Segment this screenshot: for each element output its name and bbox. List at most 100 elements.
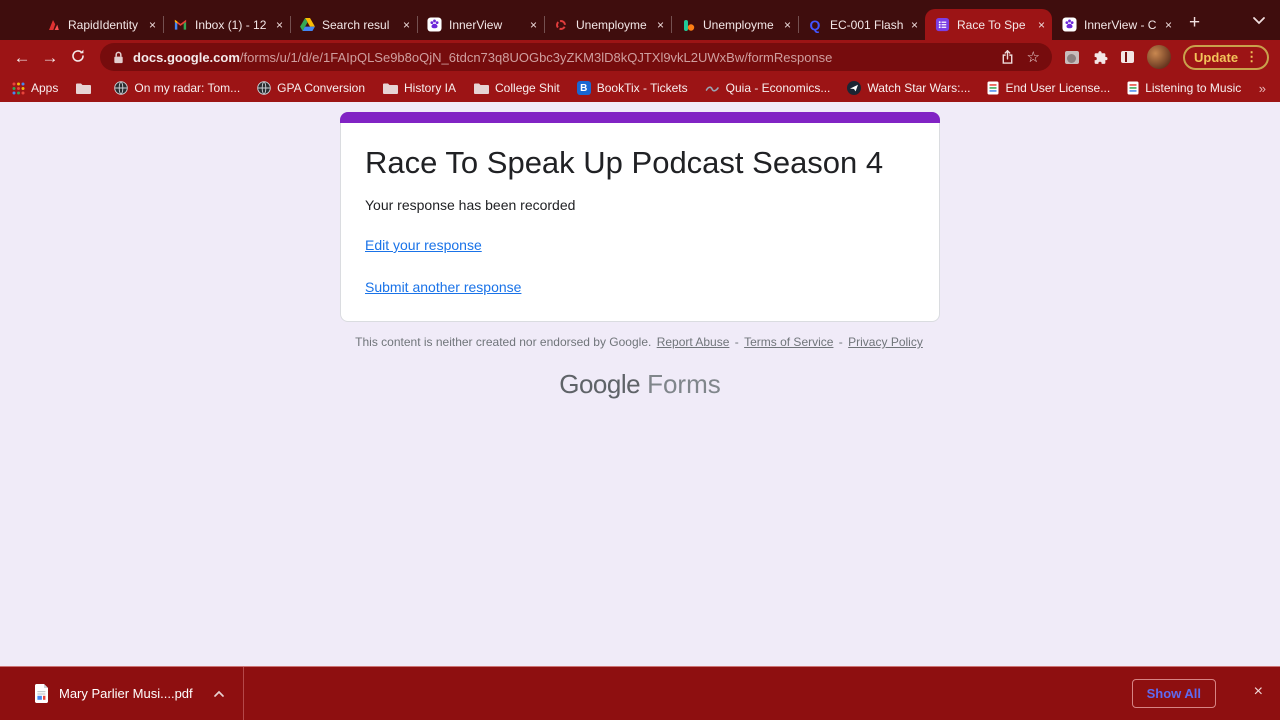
tab-search-results[interactable]: Search resul × <box>290 9 417 40</box>
bookmark-college[interactable]: College Shit <box>473 81 560 95</box>
close-icon[interactable]: × <box>911 19 918 31</box>
terms-of-service-link[interactable]: Terms of Service <box>744 335 833 349</box>
submit-another-response-link[interactable]: Submit another response <box>365 279 521 295</box>
tab-rapididentity[interactable]: RapidIdentity × <box>36 9 163 40</box>
footer-separator: - <box>838 335 843 349</box>
folder-icon <box>473 82 490 95</box>
report-abuse-link[interactable]: Report Abuse <box>657 335 730 349</box>
tab-label: InnerView <box>449 17 503 32</box>
bookmark-label: Listening to Music <box>1145 81 1242 95</box>
bookmark-quia[interactable]: Quia - Economics... <box>705 81 831 95</box>
innerview-icon <box>1061 17 1077 33</box>
google-drive-icon <box>299 17 315 33</box>
bookmark-history-ia[interactable]: History IA <box>382 81 456 95</box>
tab-label: Unemployme <box>703 17 774 32</box>
bookmarks-overflow-icon[interactable]: » <box>1259 81 1266 96</box>
tab-innerview-2[interactable]: InnerView - C × <box>1052 9 1179 40</box>
fred-dashed-circle-icon <box>553 17 569 33</box>
bookmark-label: BookTix - Tickets <box>596 81 688 95</box>
bookmark-label: Watch Star Wars:... <box>867 81 971 95</box>
close-icon[interactable]: × <box>784 19 791 31</box>
tab-search-chevron-icon[interactable] <box>1252 12 1266 30</box>
extension-photo-icon[interactable] <box>1065 50 1079 64</box>
close-icon[interactable]: × <box>276 19 283 31</box>
logo-forms-text: Forms <box>647 369 721 399</box>
booktix-icon: B <box>576 81 591 95</box>
logo-google-text: Google <box>559 369 641 399</box>
quizlet-icon: Q <box>809 16 821 33</box>
globe-icon <box>257 81 271 95</box>
bookmark-label: End User License... <box>1005 81 1111 95</box>
new-tab-button[interactable]: + <box>1189 13 1200 32</box>
paper-plane-circle-icon <box>847 81 862 95</box>
footer-separator: - <box>734 335 739 349</box>
extensions-puzzle-icon[interactable] <box>1092 50 1108 65</box>
bookmark-star-icon[interactable]: ☆ <box>1027 48 1040 66</box>
tab-innerview[interactable]: InnerView × <box>417 9 544 40</box>
bookmark-watch-star-wars[interactable]: Watch Star Wars:... <box>847 81 970 95</box>
bookmark-folder[interactable] <box>75 82 97 95</box>
google-forms-logo: Google Forms <box>0 369 1280 400</box>
bookmark-booktix[interactable]: B BookTix - Tickets <box>576 81 688 95</box>
downloaded-file-chip[interactable]: Mary Parlier Musi....pdf <box>34 684 225 703</box>
chevron-up-icon[interactable] <box>213 690 225 698</box>
close-icon[interactable]: × <box>657 19 664 31</box>
url-host: docs.google.com <box>133 49 240 65</box>
forward-button[interactable]: → <box>36 49 64 66</box>
url-text: docs.google.com/forms/u/1/d/e/1FAIpQLSe9… <box>133 50 988 65</box>
close-icon[interactable]: × <box>403 19 410 31</box>
folder-icon <box>75 82 92 95</box>
tab-inbox[interactable]: Inbox (1) - 12 × <box>163 9 290 40</box>
close-icon[interactable]: × <box>149 19 156 31</box>
edit-response-link[interactable]: Edit your response <box>365 237 482 253</box>
show-all-button[interactable]: Show All <box>1131 679 1216 708</box>
tab-ec001-flashcards[interactable]: Q EC-001 Flash × <box>798 9 925 40</box>
share-icon[interactable] <box>1000 49 1015 65</box>
document-icon <box>1127 81 1139 95</box>
bookmark-label: GPA Conversion <box>277 81 365 95</box>
pdf-file-icon <box>34 684 49 703</box>
tab-unemployment-fred[interactable]: Unemployme × <box>544 9 671 40</box>
bookmarks-bar: Apps On my radar: Tom... GPA Conversion … <box>0 74 1280 102</box>
reload-button[interactable] <box>64 48 92 67</box>
profile-avatar[interactable] <box>1147 45 1171 69</box>
tab-race-to-speak-up-active[interactable]: Race To Spe × <box>925 9 1052 40</box>
privacy-policy-link[interactable]: Privacy Policy <box>848 335 923 349</box>
bookmark-label: Apps <box>31 81 59 95</box>
side-panel-icon[interactable] <box>1121 51 1134 63</box>
bookmark-on-my-radar[interactable]: On my radar: Tom... <box>114 81 240 95</box>
bookmark-gpa-conversion[interactable]: GPA Conversion <box>257 81 365 95</box>
bookmark-apps[interactable]: Apps <box>12 81 58 95</box>
tab-label: Inbox (1) - 12 <box>195 17 267 32</box>
url-path: /forms/u/1/d/e/1FAIpQLSe9b8oQjN_6tdcn73q… <box>239 49 833 65</box>
shelf-divider <box>242 667 244 720</box>
tab-label: Unemployme <box>576 17 647 32</box>
close-icon[interactable]: × <box>1165 19 1172 31</box>
rapididentity-icon <box>45 17 61 33</box>
bookmark-label: On my radar: Tom... <box>134 81 241 95</box>
form-title: Race To Speak Up Podcast Season 4 <box>365 145 884 180</box>
update-label: Update <box>1194 49 1239 65</box>
chart-bar-dot-icon <box>680 17 696 33</box>
google-forms-icon <box>934 17 950 33</box>
tab-strip: RapidIdentity × Inbox (1) - 12 × Search … <box>0 0 1280 40</box>
response-recorded-text: Your response has been recorded <box>365 197 576 213</box>
apps-grid-icon <box>12 82 25 95</box>
tab-unemployment-chart[interactable]: Unemployme × <box>671 9 798 40</box>
close-icon[interactable]: × <box>530 19 537 31</box>
tab-label: RapidIdentity <box>68 17 139 32</box>
tab-label: Race To Spe <box>957 17 1026 32</box>
bookmark-label: Quia - Economics... <box>725 81 831 95</box>
update-button[interactable]: Update ⋮ <box>1183 44 1270 70</box>
back-button[interactable]: ← <box>8 49 36 66</box>
address-bar[interactable]: docs.google.com/forms/u/1/d/e/1FAIpQLSe9… <box>100 43 1052 71</box>
form-response-page: Race To Speak Up Podcast Season 4 Your r… <box>0 102 1280 666</box>
shelf-close-icon[interactable]: × <box>1254 684 1263 700</box>
bookmark-listening-to-music[interactable]: Listening to Music <box>1127 81 1241 95</box>
bookmark-end-user-license[interactable]: End User License... <box>987 81 1110 95</box>
menu-dots-icon: ⋮ <box>1245 49 1259 64</box>
close-icon[interactable]: × <box>1038 19 1045 31</box>
lock-icon <box>112 50 125 65</box>
gmail-icon <box>172 17 188 33</box>
folder-icon <box>382 82 398 95</box>
